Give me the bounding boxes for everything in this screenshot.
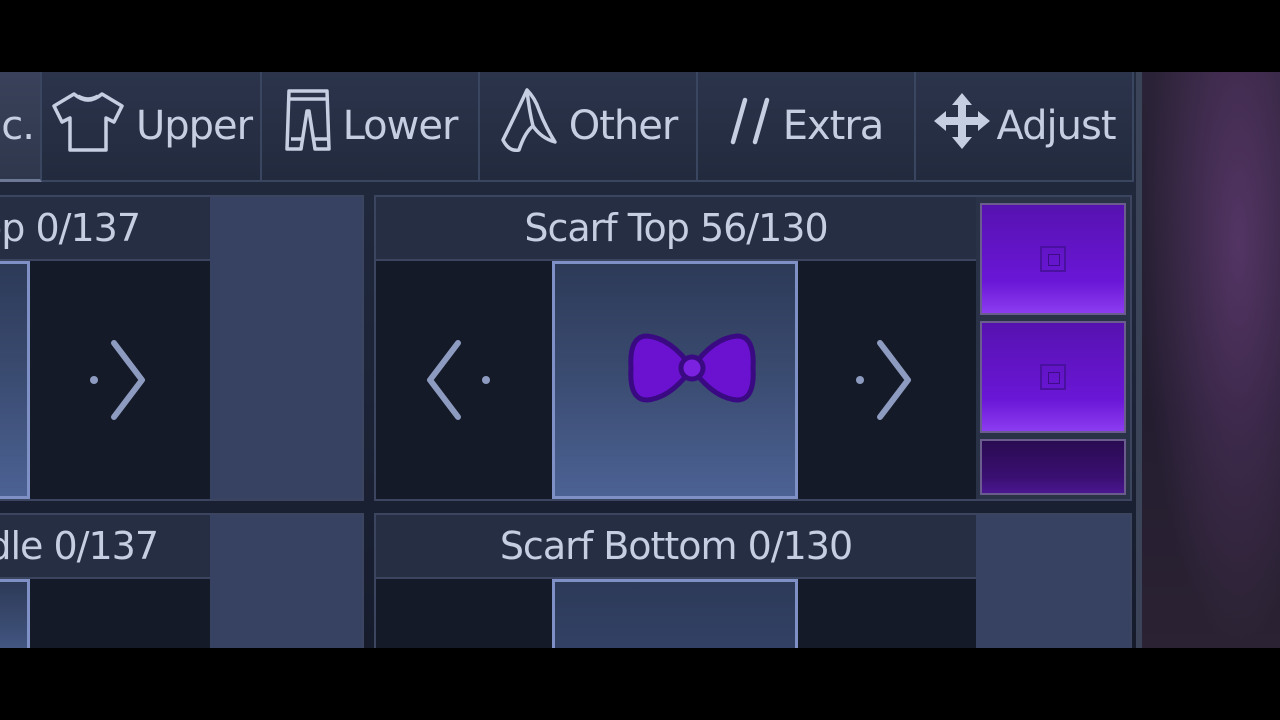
scarf-top-prev-arrow-icon[interactable]	[418, 335, 508, 425]
background-scene	[1142, 72, 1280, 648]
tab-other-label: Other	[568, 103, 679, 149]
left-top-preview[interactable]	[0, 261, 30, 499]
scarf-bottom-preview[interactable]	[552, 579, 798, 648]
color-swatch-2[interactable]	[980, 321, 1126, 433]
tab-adjust[interactable]: Adjust	[916, 72, 1134, 182]
scarf-top-title: Scarf Top 56/130	[524, 206, 828, 250]
letterbox-bottom	[0, 648, 1280, 720]
cape-icon	[499, 86, 559, 166]
bow-tie-icon	[628, 333, 756, 403]
tab-other[interactable]: Other	[480, 72, 698, 182]
shirt-icon	[50, 88, 126, 164]
tab-misc[interactable]: c.	[0, 72, 42, 182]
tab-upper-label: Upper	[135, 103, 253, 149]
pants-icon	[283, 87, 333, 165]
customization-screen: c. Upper Lower Other Extra Adjust p 0/13…	[0, 72, 1280, 648]
tab-extra-label: Extra	[782, 103, 885, 149]
tab-extra[interactable]: Extra	[698, 72, 916, 182]
tab-lower[interactable]: Lower	[262, 72, 480, 182]
scarf-bottom-side	[976, 515, 1130, 648]
move-icon	[932, 91, 992, 161]
left-bottom-title: dle 0/137	[0, 524, 159, 568]
left-top-card: op 0/137	[0, 195, 364, 501]
left-bottom-header: dle 0/137	[0, 515, 210, 579]
tab-adjust-label: Adjust	[996, 103, 1116, 149]
swatch-2-marker	[1040, 364, 1066, 390]
scarf-top-header: Scarf Top 56/130	[376, 197, 976, 261]
left-bottom-card: dle 0/137	[0, 513, 364, 648]
scarf-top-preview[interactable]	[552, 261, 798, 499]
scarf-bottom-card: Scarf Bottom 0/130	[374, 513, 1132, 648]
swatch-1-marker	[1040, 246, 1066, 272]
scarf-bottom-title: Scarf Bottom 0/130	[499, 524, 853, 568]
tab-misc-label: c.	[1, 102, 35, 149]
left-bottom-side	[210, 515, 362, 648]
tab-lower-label: Lower	[342, 103, 459, 149]
color-swatch-3[interactable]	[980, 439, 1126, 495]
tab-upper[interactable]: Upper	[42, 72, 262, 182]
slash-icon	[729, 96, 773, 156]
category-tabs: c. Upper Lower Other Extra Adjust	[0, 72, 1134, 182]
left-top-header: op 0/137	[0, 197, 210, 261]
left-top-title: op 0/137	[0, 206, 141, 250]
letterbox-top	[0, 0, 1280, 72]
panel-edge	[1136, 72, 1142, 648]
scarf-top-next-arrow-icon[interactable]	[844, 335, 934, 425]
left-top-side	[210, 197, 362, 499]
color-swatch-1[interactable]	[980, 203, 1126, 315]
scarf-bottom-header: Scarf Bottom 0/130	[376, 515, 976, 579]
left-bottom-preview[interactable]	[0, 579, 30, 648]
left-top-next-arrow-icon[interactable]	[78, 335, 168, 425]
scarf-top-card: Scarf Top 56/130	[374, 195, 1132, 501]
